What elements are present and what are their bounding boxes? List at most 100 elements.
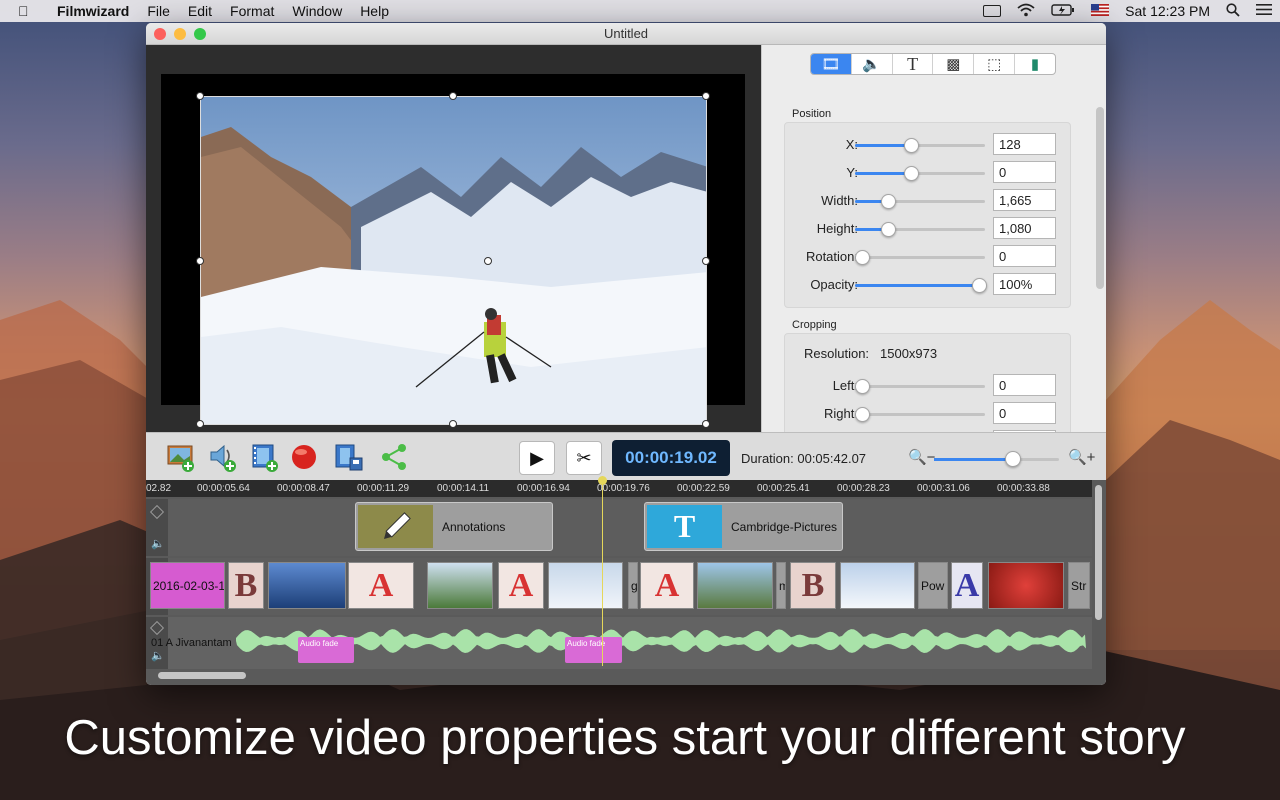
video-preview[interactable]	[146, 45, 761, 432]
tab-audio-icon[interactable]: 🔈	[852, 54, 893, 74]
record-icon[interactable]	[289, 442, 319, 472]
position-value-field[interactable]: 100%	[993, 273, 1056, 295]
video-clip[interactable]	[697, 562, 773, 609]
video-clip[interactable]: B	[228, 562, 264, 609]
video-clip[interactable]	[548, 562, 623, 609]
position-slider[interactable]	[855, 278, 987, 293]
add-video-icon[interactable]	[250, 442, 280, 472]
close-button[interactable]	[154, 28, 166, 40]
tab-effects-icon[interactable]: ▩	[933, 54, 975, 74]
video-clip[interactable]	[840, 562, 915, 609]
position-value-field[interactable]: 0	[993, 161, 1056, 183]
menu-window[interactable]: Window	[292, 3, 342, 19]
position-row: Y: 0	[785, 161, 1072, 185]
position-slider[interactable]	[855, 222, 985, 237]
add-audio-icon[interactable]	[208, 442, 238, 472]
slider-knob[interactable]	[880, 222, 896, 237]
menu-file[interactable]: File	[147, 3, 170, 19]
position-slider[interactable]	[855, 194, 985, 209]
timeline-zoom-slider[interactable]	[934, 451, 1059, 467]
tab-crop-icon[interactable]: ⬚	[974, 54, 1016, 74]
slider-knob[interactable]	[880, 194, 896, 209]
video-clip[interactable]: g	[628, 562, 638, 609]
spotlight-search-icon[interactable]	[1226, 2, 1240, 20]
tab-video-icon[interactable]: 🎞	[811, 54, 852, 74]
menu-edit[interactable]: Edit	[188, 3, 212, 19]
position-slider[interactable]	[855, 138, 985, 153]
play-button[interactable]: ▶	[519, 441, 555, 475]
timeline-horizontal-scrollbar[interactable]	[158, 672, 246, 679]
inspector-scrollbar[interactable]	[1096, 107, 1104, 289]
position-value-field[interactable]: 0	[993, 245, 1056, 267]
flag-icon[interactable]	[1091, 3, 1110, 19]
resize-handle-right[interactable]	[702, 257, 710, 265]
cropping-slider[interactable]	[854, 379, 985, 394]
resize-handle-bottom[interactable]	[449, 420, 457, 428]
split-button[interactable]: ✂	[566, 441, 602, 475]
waveform-shape	[236, 629, 1086, 653]
tab-text-icon[interactable]: T	[893, 54, 934, 74]
slider-knob[interactable]	[903, 138, 919, 153]
resize-handle-bottom-left[interactable]	[196, 420, 204, 428]
position-slider[interactable]	[855, 166, 985, 181]
timeline[interactable]: 02.82 00:00:05.64 00:00:08.47 00:00:11.29 00…	[146, 476, 1106, 685]
position-slider[interactable]	[854, 250, 985, 265]
zoom-button[interactable]	[194, 28, 206, 40]
zoom-slider-knob[interactable]	[1004, 451, 1021, 467]
resize-handle-top-left[interactable]	[196, 92, 204, 100]
position-value-field[interactable]: 1,665	[993, 189, 1056, 211]
cropping-value-field[interactable]: 0	[993, 402, 1056, 424]
clock[interactable]: Sat 12:23 PM	[1125, 3, 1210, 19]
preview-image[interactable]	[200, 96, 707, 425]
video-clip[interactable]: Pow	[918, 562, 948, 609]
video-clip[interactable]	[268, 562, 346, 609]
cropping-slider[interactable]	[854, 407, 985, 422]
slider-knob[interactable]	[971, 278, 987, 293]
apple-icon[interactable]: 	[18, 3, 38, 19]
keyboard-icon[interactable]	[983, 5, 1002, 17]
slider-knob[interactable]	[854, 379, 870, 394]
clip-letter-thumbnail: B	[234, 566, 258, 604]
timeline-ruler[interactable]: 02.82 00:00:05.64 00:00:08.47 00:00:11.29 00…	[146, 480, 1092, 497]
audio-fade-marker[interactable]: Audio fade	[298, 637, 354, 663]
share-icon[interactable]	[379, 442, 409, 472]
video-clip[interactable]: A	[640, 562, 694, 609]
zoom-in-icon[interactable]: 🔍+	[1068, 448, 1095, 466]
menu-app-name[interactable]: Filmwizard	[57, 3, 129, 19]
zoom-out-icon[interactable]: 🔍−	[908, 448, 935, 466]
tab-transition-icon[interactable]: ▮	[1015, 54, 1055, 74]
video-clip[interactable]: Str	[1068, 562, 1090, 609]
video-clip[interactable]: 2016-02-03-1	[150, 562, 225, 609]
playhead[interactable]	[598, 476, 607, 666]
slider-knob[interactable]	[854, 250, 870, 265]
resize-handle-top[interactable]	[449, 92, 457, 100]
video-clip[interactable]: A	[951, 562, 983, 609]
notification-center-icon[interactable]	[1256, 3, 1272, 19]
menu-help[interactable]: Help	[360, 3, 389, 19]
rotation-handle[interactable]	[484, 257, 492, 265]
menu-format[interactable]: Format	[230, 3, 274, 19]
slider-knob[interactable]	[854, 407, 870, 422]
timeline-vertical-scrollbar[interactable]	[1095, 485, 1102, 620]
video-clip[interactable]	[988, 562, 1064, 609]
annotations-clip[interactable]: Annotations	[355, 502, 553, 551]
add-image-icon[interactable]	[166, 442, 196, 472]
position-value-field[interactable]: 128	[993, 133, 1056, 155]
minimize-button[interactable]	[174, 28, 186, 40]
audio-fade-marker[interactable]: Audio fade	[565, 637, 622, 663]
export-video-icon[interactable]	[334, 442, 364, 472]
wifi-icon[interactable]	[1017, 3, 1035, 20]
cropping-value-field[interactable]: 0	[993, 374, 1056, 396]
resize-handle-top-right[interactable]	[702, 92, 710, 100]
slider-knob[interactable]	[903, 166, 919, 181]
video-clip[interactable]: m	[776, 562, 786, 609]
video-clip[interactable]: A	[498, 562, 544, 609]
resize-handle-bottom-right[interactable]	[702, 420, 710, 428]
cambridge-pictures-clip[interactable]: T Cambridge-Pictures	[644, 502, 843, 551]
video-clip[interactable]: A	[348, 562, 414, 609]
video-clip[interactable]: B	[790, 562, 836, 609]
video-clip[interactable]	[427, 562, 493, 609]
battery-icon[interactable]	[1051, 3, 1075, 19]
resize-handle-left[interactable]	[196, 257, 204, 265]
position-value-field[interactable]: 1,080	[993, 217, 1056, 239]
